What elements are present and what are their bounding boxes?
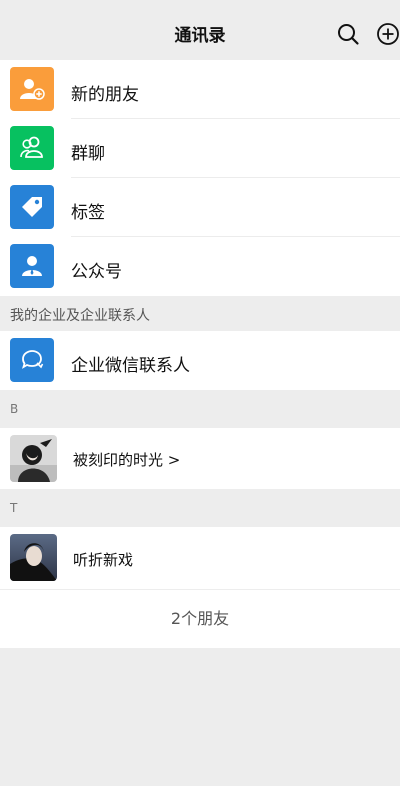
- avatar: [10, 534, 57, 581]
- official-accounts-label: 公众号: [71, 262, 122, 282]
- new-friends-label: 新的朋友: [71, 85, 139, 105]
- official-account-icon: [10, 244, 54, 288]
- search-icon[interactable]: [336, 22, 360, 46]
- tags-row[interactable]: 标签: [0, 178, 400, 237]
- contact-name: 听折新戏: [73, 551, 134, 569]
- contact-row[interactable]: 被刻印的时光 >: [0, 428, 400, 489]
- add-circle-icon[interactable]: [376, 22, 400, 46]
- letter-header-b: B: [0, 390, 400, 428]
- enterprise-section-title: 我的企业及企业联系人: [10, 308, 150, 324]
- letter-header-t: T: [0, 489, 400, 527]
- top-bar: 通讯录: [0, 0, 400, 60]
- wecom-contacts-icon: [10, 338, 54, 382]
- wecom-contacts-label: 企业微信联系人: [71, 356, 190, 376]
- new-friends-row[interactable]: 新的朋友: [0, 60, 400, 119]
- avatar: [10, 435, 57, 482]
- contact-row[interactable]: 听折新戏: [0, 527, 400, 589]
- tag-icon: [10, 185, 54, 229]
- official-accounts-row[interactable]: 公众号: [0, 237, 400, 296]
- wecom-contacts-row[interactable]: 企业微信联系人: [0, 331, 400, 390]
- enterprise-section-header: 我的企业及企业联系人: [0, 296, 400, 331]
- letter-label: T: [10, 501, 18, 515]
- new-friend-icon: [10, 67, 54, 111]
- tags-label: 标签: [71, 203, 105, 223]
- group-chat-label: 群聊: [71, 144, 105, 164]
- contact-name: 被刻印的时光 >: [73, 451, 181, 469]
- group-chat-row[interactable]: 群聊: [0, 119, 400, 178]
- letter-label: B: [10, 402, 19, 416]
- friend-count: 2个朋友: [0, 590, 400, 648]
- group-chat-icon: [10, 126, 54, 170]
